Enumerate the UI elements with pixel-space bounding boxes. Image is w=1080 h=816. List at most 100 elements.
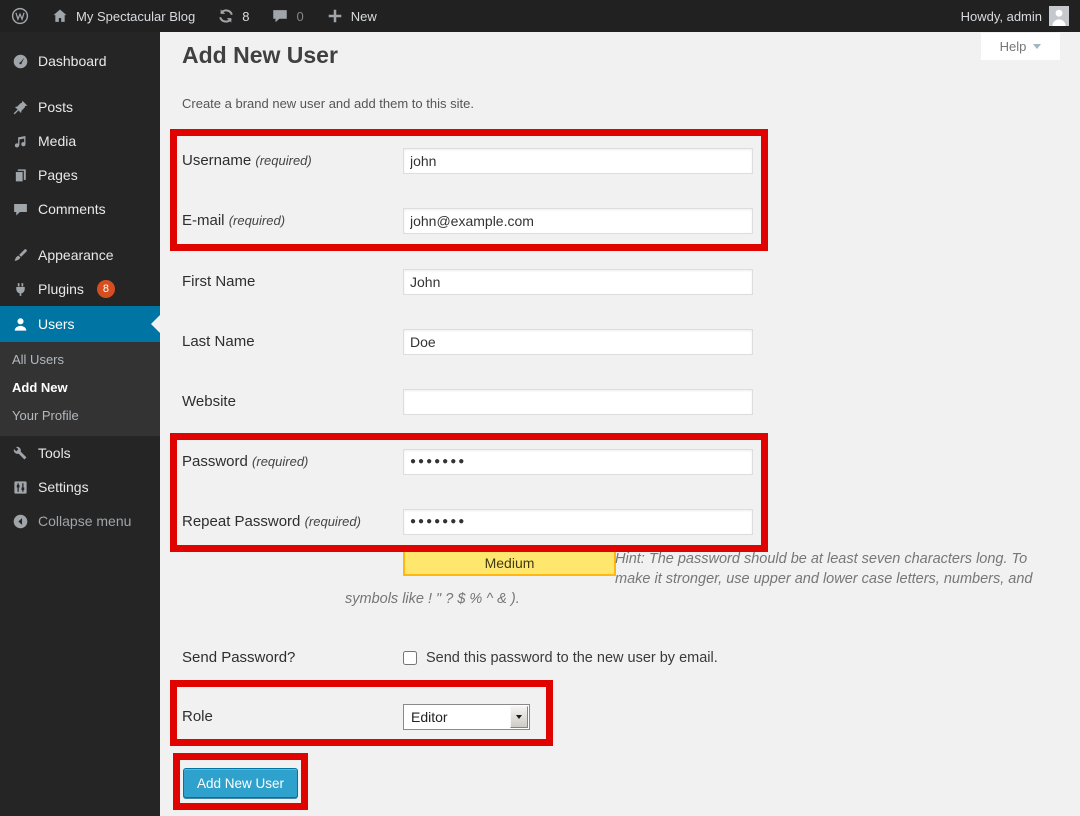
admin-bar-item-updates[interactable]: 8 bbox=[206, 0, 260, 32]
sidebar-item-dashboard[interactable]: Dashboard bbox=[0, 44, 160, 78]
form-row-email: E-mail (required) bbox=[182, 207, 753, 234]
send-password-label: Send Password? bbox=[182, 649, 403, 666]
gauge-icon bbox=[12, 53, 29, 70]
sidebar: Dashboard Posts Media Pages Comments Appearan… bbox=[0, 32, 160, 816]
page-title: Add New User bbox=[182, 42, 338, 69]
sidebar-item-settings[interactable]: Settings bbox=[0, 470, 160, 504]
repeat-password-label: Repeat Password (required) bbox=[182, 513, 403, 530]
form-row-website: Website bbox=[182, 388, 753, 415]
password-strength-meter: Medium bbox=[403, 550, 616, 576]
menu-separator bbox=[0, 226, 160, 238]
form-row-send-password: Send Password? Send this password to the… bbox=[182, 644, 718, 671]
sidebar-item-posts[interactable]: Posts bbox=[0, 90, 160, 124]
pages-icon bbox=[12, 167, 29, 184]
sidebar-item-tools[interactable]: Tools bbox=[0, 436, 160, 470]
website-label: Website bbox=[182, 393, 403, 410]
last-name-input[interactable] bbox=[403, 329, 753, 355]
last-name-label: Last Name bbox=[182, 333, 403, 350]
plus-icon bbox=[326, 7, 344, 25]
role-select[interactable]: Editor bbox=[403, 704, 530, 730]
help-button-label: Help bbox=[1000, 39, 1027, 54]
sidebar-item-label: Settings bbox=[38, 479, 89, 495]
sidebar-item-label: Appearance bbox=[38, 247, 114, 263]
password-hint-text-wrap: symbols like ! " ? $ % ^ & ). bbox=[345, 591, 520, 607]
plug-icon bbox=[12, 281, 29, 298]
admin-bar-item-site-name[interactable]: My Spectacular Blog bbox=[40, 0, 206, 32]
wordpress-icon bbox=[11, 7, 29, 25]
sidebar-item-label: Comments bbox=[38, 201, 106, 217]
admin-bar: My Spectacular Blog 8 0 New Howdy, admin bbox=[0, 0, 1080, 32]
home-icon bbox=[51, 7, 69, 25]
howdy-greeting: Howdy, admin bbox=[961, 9, 1042, 24]
dropdown-arrow-button[interactable] bbox=[510, 706, 528, 728]
brush-icon bbox=[12, 247, 29, 264]
comment-icon bbox=[12, 201, 29, 218]
sidebar-item-pages[interactable]: Pages bbox=[0, 158, 160, 192]
role-selected-value: Editor bbox=[411, 709, 448, 725]
sidebar-item-label: Pages bbox=[38, 167, 78, 183]
submenu-item-your-profile[interactable]: Your Profile bbox=[0, 402, 160, 430]
form-row-repeat-password: Repeat Password (required) bbox=[182, 508, 753, 535]
admin-bar-left: My Spectacular Blog 8 0 New bbox=[0, 0, 388, 32]
sidebar-menu: Dashboard Posts Media Pages Comments Appearan… bbox=[0, 32, 160, 538]
sidebar-item-label: Media bbox=[38, 133, 76, 149]
email-label: E-mail (required) bbox=[182, 212, 403, 229]
sidebar-item-users[interactable]: Users bbox=[0, 306, 160, 342]
comment-icon bbox=[271, 7, 289, 25]
first-name-label: First Name bbox=[182, 273, 403, 290]
submenu-item-all-users[interactable]: All Users bbox=[0, 346, 160, 374]
sidebar-item-media[interactable]: Media bbox=[0, 124, 160, 158]
main-content: Add New User Help Create a brand new use… bbox=[160, 32, 1080, 816]
menu-separator bbox=[0, 78, 160, 90]
repeat-password-input[interactable] bbox=[403, 509, 753, 535]
sliders-icon bbox=[12, 479, 29, 496]
username-label: Username (required) bbox=[182, 152, 403, 169]
username-input[interactable] bbox=[403, 148, 753, 174]
collapse-icon bbox=[12, 513, 29, 530]
avatar bbox=[1049, 6, 1069, 26]
sidebar-item-appearance[interactable]: Appearance bbox=[0, 238, 160, 272]
sidebar-item-comments[interactable]: Comments bbox=[0, 192, 160, 226]
admin-bar-item-comments[interactable]: 0 bbox=[260, 0, 314, 32]
form-row-password: Password (required) bbox=[182, 448, 753, 475]
role-label: Role bbox=[182, 708, 403, 725]
sidebar-item-label: Dashboard bbox=[38, 53, 107, 69]
sidebar-item-plugins[interactable]: Plugins 8 bbox=[0, 272, 160, 306]
admin-bar-item-label: My Spectacular Blog bbox=[76, 9, 195, 24]
first-name-input[interactable] bbox=[403, 269, 753, 295]
sidebar-item-label: Tools bbox=[38, 445, 71, 461]
admin-bar-item-wp-logo[interactable] bbox=[0, 0, 40, 32]
wrench-icon bbox=[12, 445, 29, 462]
add-new-user-button[interactable]: Add New User bbox=[183, 768, 298, 798]
chevron-down-icon bbox=[1033, 44, 1041, 49]
sidebar-item-label: Posts bbox=[38, 99, 73, 115]
admin-bar-item-label: 8 bbox=[242, 9, 249, 24]
caret-down-icon bbox=[516, 715, 522, 719]
help-button[interactable]: Help bbox=[981, 33, 1060, 60]
form-row-last-name: Last Name bbox=[182, 328, 753, 355]
admin-bar-item-label: New bbox=[351, 9, 377, 24]
form-row-first-name: First Name bbox=[182, 268, 753, 295]
password-hint-text: Hint: The password should be at least se… bbox=[615, 549, 1047, 589]
user-icon bbox=[12, 316, 29, 333]
page-description: Create a brand new user and add them to … bbox=[182, 96, 474, 111]
admin-bar-account[interactable]: Howdy, admin bbox=[950, 0, 1080, 32]
send-password-checkbox-label: Send this password to the new user by em… bbox=[426, 650, 718, 666]
password-input[interactable] bbox=[403, 449, 753, 475]
send-password-checkbox[interactable] bbox=[403, 651, 417, 665]
sidebar-item-collapse[interactable]: Collapse menu bbox=[0, 504, 160, 538]
update-count-badge: 8 bbox=[97, 280, 115, 298]
sidebar-submenu: All UsersAdd NewYour Profile bbox=[0, 342, 160, 436]
admin-bar-item-label: 0 bbox=[296, 9, 303, 24]
admin-bar-right: Howdy, admin bbox=[950, 0, 1080, 32]
admin-bar-item-new-content[interactable]: New bbox=[315, 0, 388, 32]
email-input[interactable] bbox=[403, 208, 753, 234]
form-row-role: Role Editor bbox=[182, 703, 530, 730]
refresh-icon bbox=[217, 7, 235, 25]
sidebar-item-label: Plugins bbox=[38, 281, 84, 297]
password-label: Password (required) bbox=[182, 453, 403, 470]
sidebar-item-label: Collapse menu bbox=[38, 513, 131, 529]
sidebar-item-label: Users bbox=[38, 316, 75, 332]
submenu-item-add-new[interactable]: Add New bbox=[0, 374, 160, 402]
website-input[interactable] bbox=[403, 389, 753, 415]
